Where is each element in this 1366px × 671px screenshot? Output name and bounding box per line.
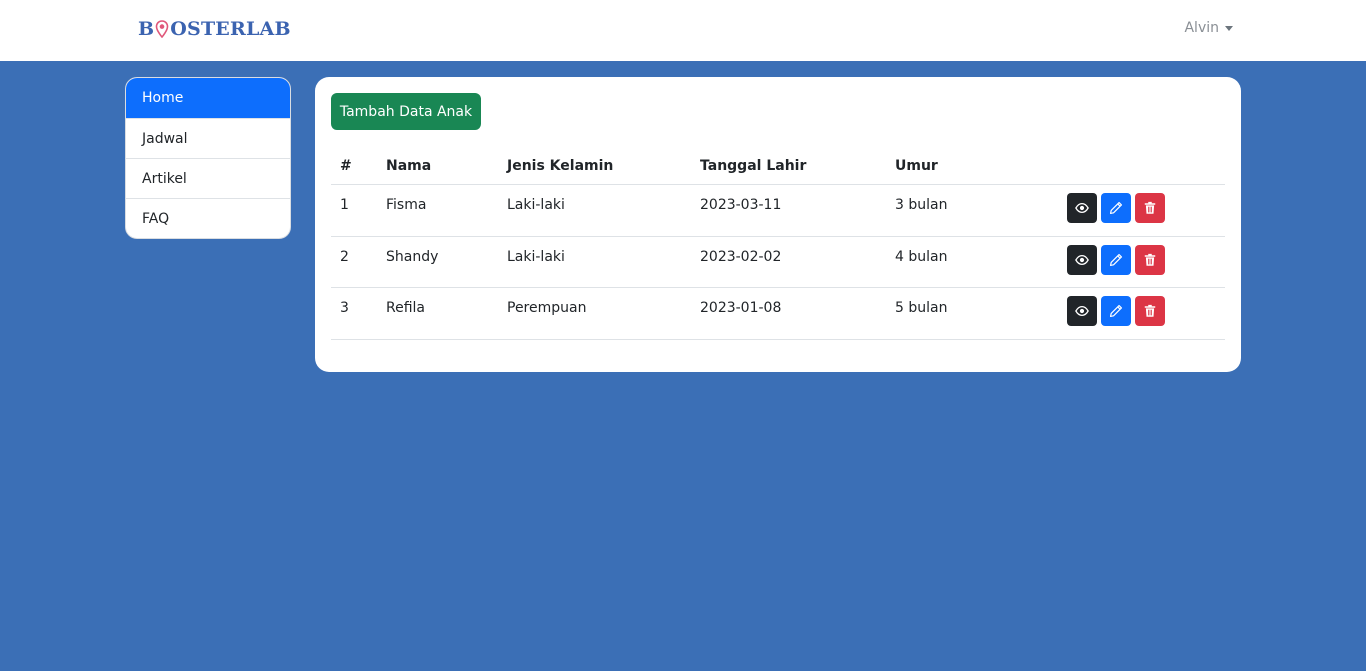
eye-icon	[1075, 254, 1089, 265]
view-button[interactable]	[1067, 244, 1097, 275]
row-tanggal-lahir: 2023-01-08	[700, 300, 782, 316]
row-jenis-kelamin: Laki-laki	[507, 197, 565, 213]
edit-button[interactable]	[1101, 244, 1131, 275]
column-header-nama: Nama	[386, 158, 432, 174]
row-nama: Shandy	[386, 248, 439, 265]
sidebar-item-label: Home	[142, 90, 184, 106]
view-button[interactable]	[1067, 193, 1097, 223]
edit-button[interactable]	[1101, 296, 1131, 326]
table-row: 2 Shandy Laki-laki 2023-02-02 4 bulan	[331, 237, 1225, 288]
row-nama: Fisma	[386, 197, 427, 213]
table-header-row: # Nama Jenis Kelamin Tanggal Lahir Umur	[331, 146, 1225, 185]
column-header-tanggal-lahir: Tanggal Lahir	[700, 158, 807, 174]
delete-button[interactable]	[1135, 193, 1165, 223]
row-nama: Refila	[386, 300, 425, 316]
row-actions	[1067, 193, 1165, 223]
sidebar-item-label: Jadwal	[142, 130, 188, 147]
user-name: Alvin	[1184, 20, 1219, 36]
caret-down-icon	[1225, 25, 1233, 31]
column-header-jenis-kelamin: Jenis Kelamin	[507, 158, 614, 174]
location-pin-icon	[155, 20, 169, 38]
sidebar-item-jadwal[interactable]: Jadwal	[126, 118, 290, 158]
brand-prefix: B	[138, 18, 155, 40]
trash-icon	[1144, 201, 1156, 214]
row-umur: 5 bulan	[895, 300, 948, 316]
sidebar-item-faq[interactable]: FAQ	[126, 198, 290, 238]
trash-icon	[1144, 253, 1156, 266]
table-row: 1 Fisma Laki-laki 2023-03-11 3 bulan	[331, 185, 1225, 237]
pencil-icon	[1109, 201, 1123, 215]
row-number: 1	[340, 197, 349, 213]
edit-button[interactable]	[1101, 193, 1131, 223]
delete-button[interactable]	[1135, 296, 1165, 326]
top-navbar: B OSTERLAB Alvin	[0, 0, 1366, 61]
sidebar-item-label: FAQ	[142, 210, 170, 227]
delete-button[interactable]	[1135, 244, 1165, 275]
eye-icon	[1075, 305, 1089, 317]
sidebar-item-home[interactable]: Home	[126, 78, 290, 118]
add-child-button[interactable]: Tambah Data Anak	[331, 93, 481, 130]
row-number: 3	[340, 300, 349, 316]
pencil-icon	[1109, 253, 1123, 266]
brand-logo[interactable]: B OSTERLAB	[138, 17, 291, 41]
row-number: 2	[340, 248, 349, 265]
pencil-icon	[1109, 304, 1123, 318]
view-button[interactable]	[1067, 296, 1097, 326]
sidebar-item-label: Artikel	[142, 170, 187, 187]
table-row: 3 Refila Perempuan 2023-01-08 5 bulan	[331, 288, 1225, 340]
children-data-card: Tambah Data Anak # Nama Jenis Kelamin Ta…	[315, 77, 1241, 372]
row-actions	[1067, 296, 1165, 326]
column-header-number: #	[340, 158, 352, 174]
trash-icon	[1144, 304, 1156, 317]
row-jenis-kelamin: Laki-laki	[507, 248, 565, 265]
row-tanggal-lahir: 2023-03-11	[700, 197, 782, 213]
eye-icon	[1075, 202, 1089, 214]
row-tanggal-lahir: 2023-02-02	[700, 248, 782, 265]
sidebar-nav: Home Jadwal Artikel FAQ	[125, 77, 291, 239]
brand-suffix: OSTERLAB	[170, 18, 291, 40]
children-table: # Nama Jenis Kelamin Tanggal Lahir Umur …	[331, 146, 1225, 340]
user-menu-dropdown[interactable]: Alvin	[1184, 20, 1233, 36]
column-header-umur: Umur	[895, 158, 938, 174]
row-umur: 4 bulan	[895, 248, 948, 265]
row-actions	[1067, 244, 1165, 275]
row-umur: 3 bulan	[895, 197, 948, 213]
sidebar-item-artikel[interactable]: Artikel	[126, 158, 290, 198]
row-jenis-kelamin: Perempuan	[507, 300, 587, 316]
